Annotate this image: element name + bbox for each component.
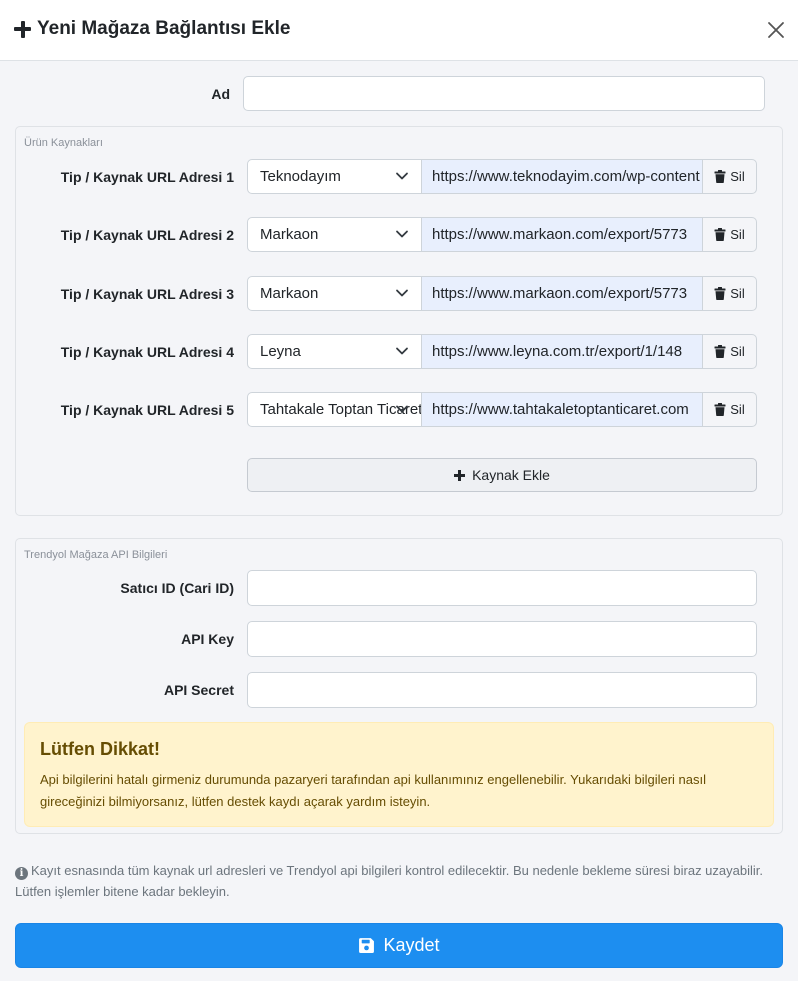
modal-title: Yeni Mağaza Bağlantısı Ekle	[14, 18, 290, 40]
add-source-button[interactable]: Kaynak Ekle	[247, 458, 757, 492]
delete-source-label: Sil	[730, 344, 745, 359]
delete-source-label: Sil	[730, 169, 745, 184]
name-label: Ad	[211, 86, 230, 102]
api-key-label: API Key	[181, 631, 234, 647]
delete-source-button[interactable]: Sil	[702, 217, 757, 252]
source-row-label: Tip / Kaynak URL Adresi 4	[60, 344, 234, 360]
trash-icon	[714, 228, 726, 241]
floppy-disk-icon	[359, 938, 375, 953]
save-label: Kaydet	[383, 935, 440, 955]
source-type-select[interactable]: Markaon	[247, 217, 422, 252]
source-row-label: Tip / Kaynak URL Adresi 3	[60, 286, 234, 302]
source-url-input[interactable]: https://www.markaon.com/export/5773	[422, 217, 703, 252]
delete-source-button[interactable]: Sil	[702, 392, 757, 427]
source-url-input[interactable]: https://www.leyna.com.tr/export/1/148	[422, 334, 703, 369]
source-row-label: Tip / Kaynak URL Adresi 5	[60, 402, 234, 418]
source-type-value: Teknodayım	[260, 168, 341, 185]
source-type-select[interactable]: Tahtakale Toptan Ticaret	[247, 392, 422, 427]
seller-id-input[interactable]	[247, 570, 757, 606]
source-url-input[interactable]: https://www.tahtakaletoptanticaret.com	[422, 392, 703, 427]
sources-legend: Ürün Kaynakları	[24, 137, 103, 149]
plus-icon	[14, 20, 31, 38]
trash-icon	[714, 403, 726, 416]
api-legend: Trendyol Mağaza API Bilgileri	[24, 549, 168, 561]
save-button[interactable]: Kaydet	[15, 923, 783, 968]
plus-icon	[454, 469, 466, 481]
source-url-input[interactable]: https://www.markaon.com/export/5773	[422, 276, 703, 311]
seller-id-label: Satıcı ID (Cari ID)	[120, 580, 234, 596]
source-type-select[interactable]: Teknodayım	[247, 159, 422, 194]
info-note-text: Kayıt esnasında tüm kaynak url adresleri…	[15, 863, 763, 899]
warning-alert: Lütfen Dikkat! Api bilgilerini hatalı gi…	[24, 722, 774, 827]
modal-title-text: Yeni Mağaza Bağlantısı Ekle	[37, 18, 291, 39]
source-row-label: Tip / Kaynak URL Adresi 2	[60, 227, 234, 243]
source-type-value: Leyna	[260, 343, 301, 360]
info-icon: i	[15, 867, 28, 880]
delete-source-button[interactable]: Sil	[702, 276, 757, 311]
chevron-down-icon	[396, 289, 408, 297]
delete-source-label: Sil	[730, 286, 745, 301]
chevron-down-icon	[396, 172, 408, 180]
source-url-input[interactable]: https://www.teknodayim.com/wp-content	[422, 159, 703, 194]
delete-source-label: Sil	[730, 227, 745, 242]
trash-icon	[714, 287, 726, 300]
source-type-value: Markaon	[260, 285, 319, 302]
chevron-down-icon	[396, 405, 408, 413]
delete-source-button[interactable]: Sil	[702, 334, 757, 369]
close-icon[interactable]	[764, 18, 788, 42]
add-source-label: Kaynak Ekle	[472, 467, 550, 483]
alert-text: Api bilgilerini hatalı girmeniz durumund…	[40, 772, 707, 809]
trash-icon	[714, 170, 726, 183]
api-secret-label: API Secret	[163, 682, 234, 698]
modal-header: Yeni Mağaza Bağlantısı Ekle	[0, 0, 798, 61]
source-type-value: Markaon	[260, 226, 319, 243]
api-key-input[interactable]	[247, 621, 757, 657]
alert-title: Lütfen Dikkat!	[40, 739, 161, 759]
source-type-select[interactable]: Leyna	[247, 334, 422, 369]
delete-source-label: Sil	[730, 402, 745, 417]
chevron-down-icon	[396, 347, 408, 355]
source-type-select[interactable]: Markaon	[247, 276, 422, 311]
name-input[interactable]	[243, 76, 765, 111]
api-secret-input[interactable]	[247, 672, 757, 708]
trash-icon	[714, 345, 726, 358]
source-row-label: Tip / Kaynak URL Adresi 1	[60, 169, 234, 185]
chevron-down-icon	[396, 230, 408, 238]
delete-source-button[interactable]: Sil	[702, 159, 757, 194]
info-note: i Kayıt esnasında tüm kaynak url adresler…	[15, 860, 785, 902]
